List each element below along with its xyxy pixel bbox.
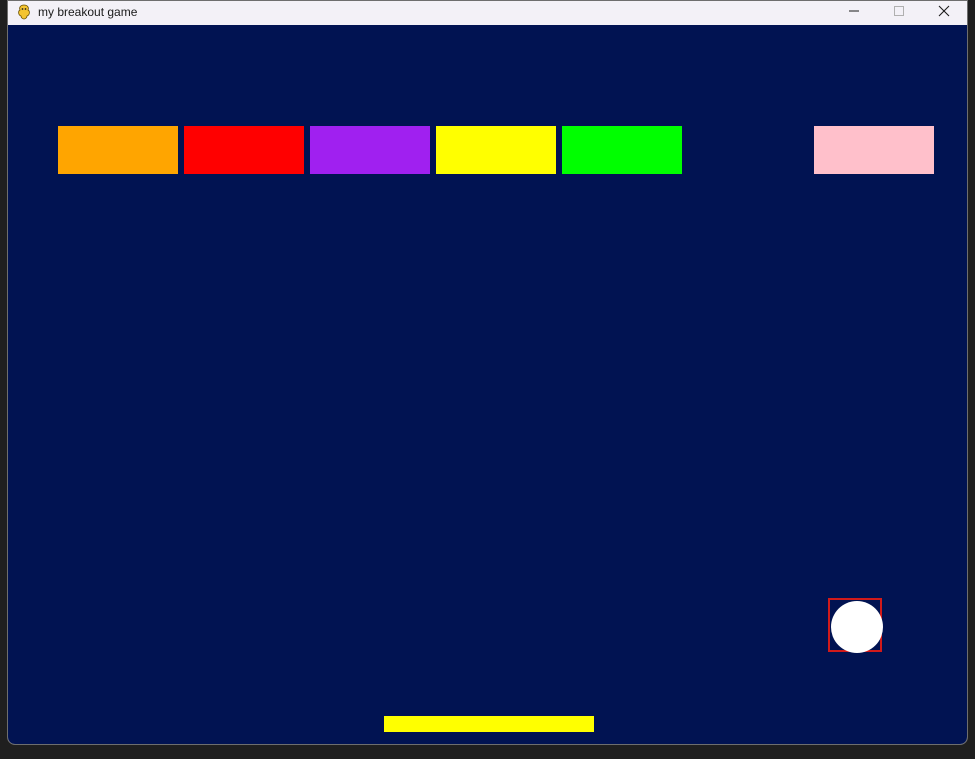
close-icon (938, 4, 950, 22)
maximize-icon (893, 4, 905, 22)
pygame-snake-icon (16, 4, 32, 20)
brick (436, 126, 556, 174)
game-canvas[interactable] (8, 25, 967, 744)
minimize-button[interactable] (831, 1, 877, 25)
maximize-button[interactable] (876, 1, 922, 25)
minimize-icon (848, 4, 860, 22)
close-button[interactable] (921, 1, 967, 25)
ball (831, 601, 883, 653)
ball-hitbox (828, 598, 883, 653)
brick (814, 126, 934, 174)
brick (310, 126, 430, 174)
brick (562, 126, 682, 174)
window-title: my breakout game (38, 5, 138, 19)
game-window: my breakout game (7, 0, 968, 745)
paddle[interactable] (384, 716, 594, 732)
brick (58, 126, 178, 174)
brick (184, 126, 304, 174)
title-bar[interactable]: my breakout game (8, 1, 967, 25)
